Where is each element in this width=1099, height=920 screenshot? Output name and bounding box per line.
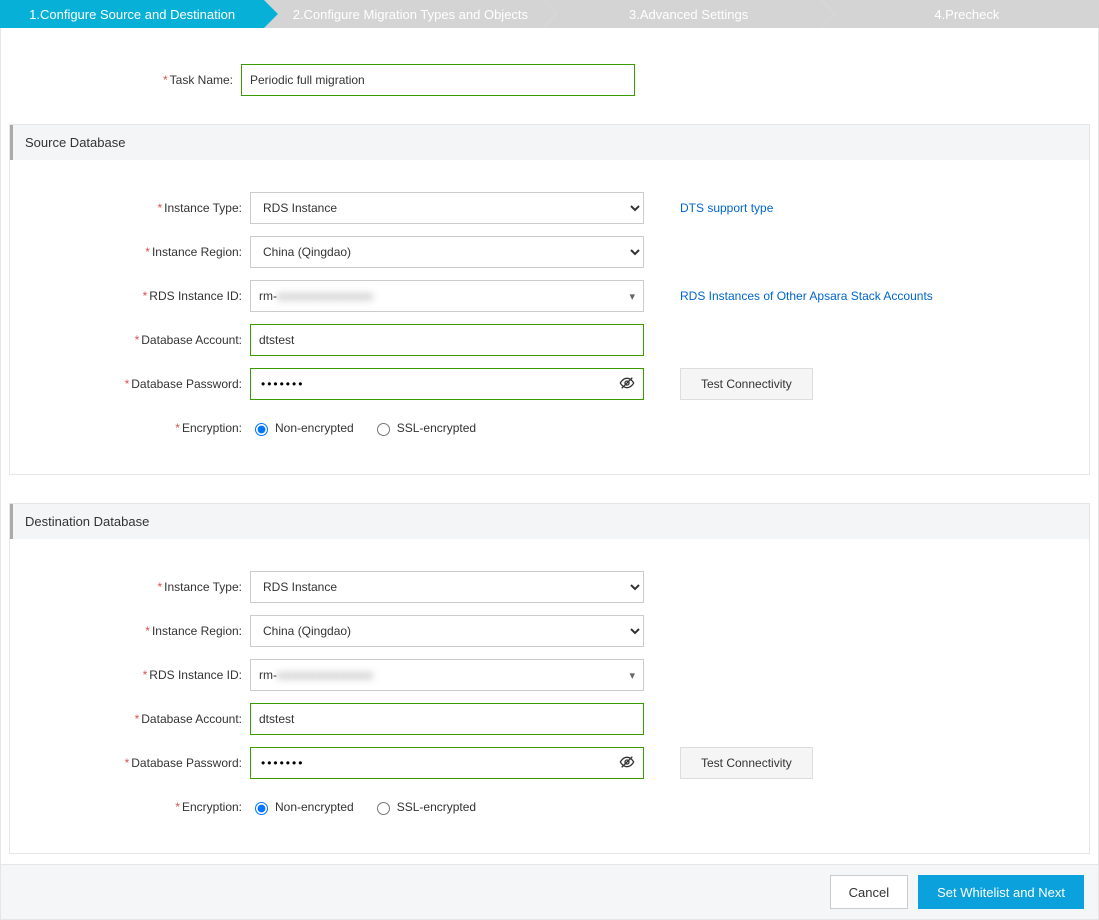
masked-text: xxxxxxxxxxxxxxxx: [277, 289, 373, 303]
source-test-connectivity-button[interactable]: Test Connectivity: [680, 368, 813, 400]
radio-label-ssl: SSL-encrypted: [397, 421, 476, 435]
section-header-destination: Destination Database: [10, 504, 1089, 539]
section-destination-database: Destination Database *Instance Type: RDS…: [9, 503, 1090, 854]
radio-label-non: Non-encrypted: [275, 421, 354, 435]
section-header-source: Source Database: [10, 125, 1089, 160]
source-database-account-input[interactable]: [250, 324, 644, 356]
row-dest-encryption: *Encryption: Non-encrypted SSL-encrypted: [10, 791, 1089, 823]
source-encryption-ssl[interactable]: SSL-encrypted: [372, 420, 476, 436]
wizard-step-4[interactable]: 4.Precheck: [835, 0, 1099, 28]
section-source-database: Source Database *Instance Type: RDS Inst…: [9, 124, 1090, 475]
destination-encryption-ssl[interactable]: SSL-encrypted: [372, 799, 476, 815]
label-source-encryption: *Encryption:: [10, 421, 250, 435]
set-whitelist-next-button[interactable]: Set Whitelist and Next: [918, 875, 1084, 909]
wizard-step-2[interactable]: 2.Configure Migration Types and Objects: [278, 0, 542, 28]
row-dest-db-password: *Database Password: Test Connectivity: [10, 747, 1089, 779]
footer-bar: Cancel Set Whitelist and Next: [0, 865, 1099, 920]
row-task-name: *Task Name:: [1, 64, 1098, 96]
label-dest-rds-id: *RDS Instance ID:: [10, 668, 250, 682]
chevron-down-icon: ▾: [629, 669, 635, 682]
wizard-step-1[interactable]: 1.Configure Source and Destination: [0, 0, 264, 28]
source-instance-region-select[interactable]: China (Qingdao): [250, 236, 644, 268]
source-rds-instance-id-dropdown[interactable]: rm-xxxxxxxxxxxxxxxx ▾: [250, 280, 644, 312]
destination-database-account-input[interactable]: [250, 703, 644, 735]
label-source-instance-type: *Instance Type:: [10, 201, 250, 215]
source-instance-type-select[interactable]: RDS Instance: [250, 192, 644, 224]
radio-label-non: Non-encrypted: [275, 800, 354, 814]
radio-non-encrypted[interactable]: [255, 423, 268, 436]
source-encryption-non[interactable]: Non-encrypted: [250, 420, 354, 436]
row-source-db-password: *Database Password: Test Connectivity: [10, 368, 1089, 400]
row-dest-db-account: *Database Account:: [10, 703, 1089, 735]
row-source-encryption: *Encryption: Non-encrypted SSL-encrypted: [10, 412, 1089, 444]
task-name-input[interactable]: [241, 64, 635, 96]
eye-icon[interactable]: [619, 754, 635, 773]
row-dest-instance-region: *Instance Region: China (Qingdao): [10, 615, 1089, 647]
label-dest-instance-type: *Instance Type:: [10, 580, 250, 594]
destination-database-password-input[interactable]: [259, 755, 619, 771]
destination-password-wrapper: [250, 747, 644, 779]
destination-test-connectivity-button[interactable]: Test Connectivity: [680, 747, 813, 779]
row-dest-instance-type: *Instance Type: RDS Instance: [10, 571, 1089, 603]
radio-ssl-encrypted[interactable]: [377, 423, 390, 436]
row-source-instance-region: *Instance Region: China (Qingdao): [10, 236, 1089, 268]
destination-encryption-radios: Non-encrypted SSL-encrypted: [250, 791, 476, 823]
radio-non-encrypted[interactable]: [255, 802, 268, 815]
label-task-name: *Task Name:: [1, 73, 241, 87]
link-other-apsara-accounts[interactable]: RDS Instances of Other Apsara Stack Acco…: [680, 289, 933, 303]
radio-ssl-encrypted[interactable]: [377, 802, 390, 815]
source-password-wrapper: [250, 368, 644, 400]
label-dest-instance-region: *Instance Region:: [10, 624, 250, 638]
row-source-db-account: *Database Account:: [10, 324, 1089, 356]
label-dest-db-password: *Database Password:: [10, 756, 250, 770]
label-dest-db-account: *Database Account:: [10, 712, 250, 726]
label-source-rds-id: *RDS Instance ID:: [10, 289, 250, 303]
destination-encryption-non[interactable]: Non-encrypted: [250, 799, 354, 815]
link-dts-support-type[interactable]: DTS support type: [680, 201, 773, 215]
row-dest-rds-id: *RDS Instance ID: rm-xxxxxxxxxxxxxxxx ▾: [10, 659, 1089, 691]
row-source-rds-id: *RDS Instance ID: rm-xxxxxxxxxxxxxxxx ▾ …: [10, 280, 1089, 312]
masked-text: xxxxxxxxxxxxxxxx: [277, 668, 373, 682]
label-source-db-account: *Database Account:: [10, 333, 250, 347]
eye-icon[interactable]: [619, 375, 635, 394]
form-content: *Task Name: Source Database *Instance Ty…: [0, 28, 1099, 865]
destination-rds-instance-id-dropdown[interactable]: rm-xxxxxxxxxxxxxxxx ▾: [250, 659, 644, 691]
destination-instance-region-select[interactable]: China (Qingdao): [250, 615, 644, 647]
label-source-db-password: *Database Password:: [10, 377, 250, 391]
cancel-button[interactable]: Cancel: [830, 875, 908, 909]
wizard-steps: 1.Configure Source and Destination 2.Con…: [0, 0, 1099, 28]
wizard-step-3[interactable]: 3.Advanced Settings: [557, 0, 821, 28]
radio-label-ssl: SSL-encrypted: [397, 800, 476, 814]
source-encryption-radios: Non-encrypted SSL-encrypted: [250, 412, 476, 444]
destination-instance-type-select[interactable]: RDS Instance: [250, 571, 644, 603]
chevron-down-icon: ▾: [629, 290, 635, 303]
label-dest-encryption: *Encryption:: [10, 800, 250, 814]
row-source-instance-type: *Instance Type: RDS Instance DTS support…: [10, 192, 1089, 224]
source-database-password-input[interactable]: [259, 376, 619, 392]
label-source-instance-region: *Instance Region:: [10, 245, 250, 259]
